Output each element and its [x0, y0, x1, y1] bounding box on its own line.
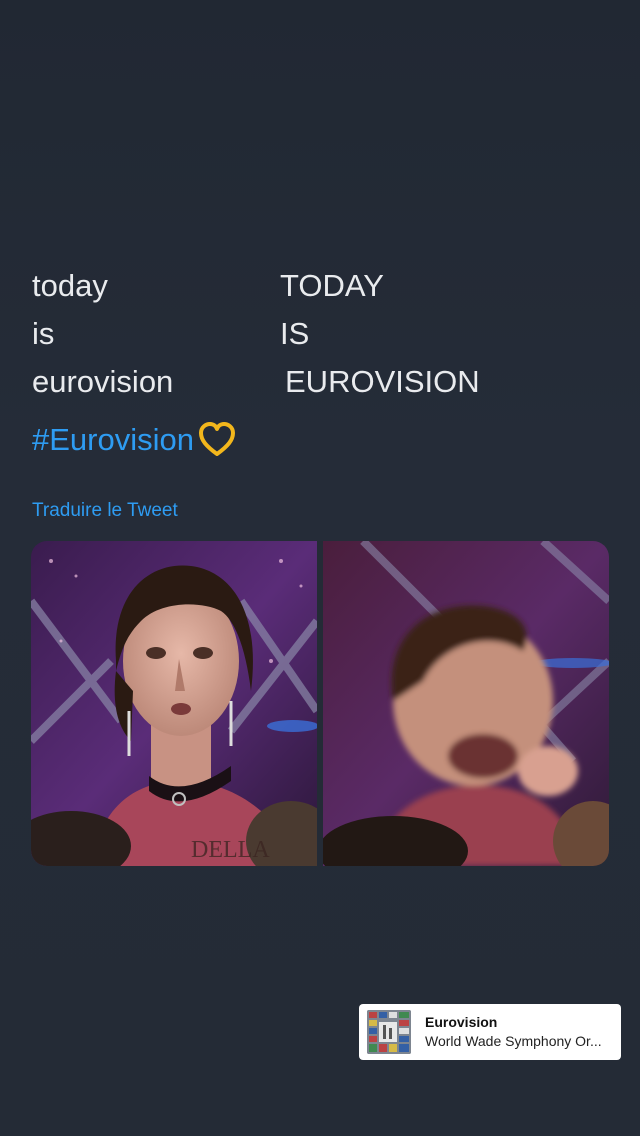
tweet-line-left: is: [32, 316, 55, 351]
hashtag-text: #Eurovision: [32, 422, 194, 457]
yellow-heart-icon: [198, 422, 236, 458]
tweet-line: is IS: [32, 310, 592, 358]
tweet-line-right: EUROVISION: [285, 364, 480, 399]
tweet-line: today TODAY: [32, 262, 592, 310]
music-artist: World Wade Symphony Or...: [425, 1033, 602, 1049]
music-title: Eurovision: [425, 1014, 498, 1030]
tweet-line-right: IS: [280, 316, 310, 351]
tweet-line-right: TODAY: [280, 268, 384, 303]
album-art: [367, 1010, 411, 1054]
tweet-line-left: eurovision: [32, 364, 174, 399]
music-info: Eurovision World Wade Symphony Or...: [425, 1013, 613, 1051]
translate-tweet-link[interactable]: Traduire le Tweet: [32, 500, 178, 522]
tattoo-caption: DELLA: [191, 837, 270, 863]
music-sticker[interactable]: Eurovision World Wade Symphony Or...: [359, 1004, 621, 1060]
media-photo-right[interactable]: [323, 541, 609, 866]
tweet-text: today TODAY is IS eurovision EUROVISION: [32, 262, 592, 406]
story-screen: today TODAY is IS eurovision EUROVISION …: [0, 0, 640, 1136]
hashtag-link[interactable]: #Eurovision: [32, 418, 236, 462]
tweet-line: eurovision EUROVISION: [32, 358, 592, 406]
tweet-line-left: today: [32, 268, 108, 303]
media-photo-left[interactable]: DELLA: [31, 541, 317, 866]
tweet-media-grid: DELLA: [31, 541, 609, 866]
